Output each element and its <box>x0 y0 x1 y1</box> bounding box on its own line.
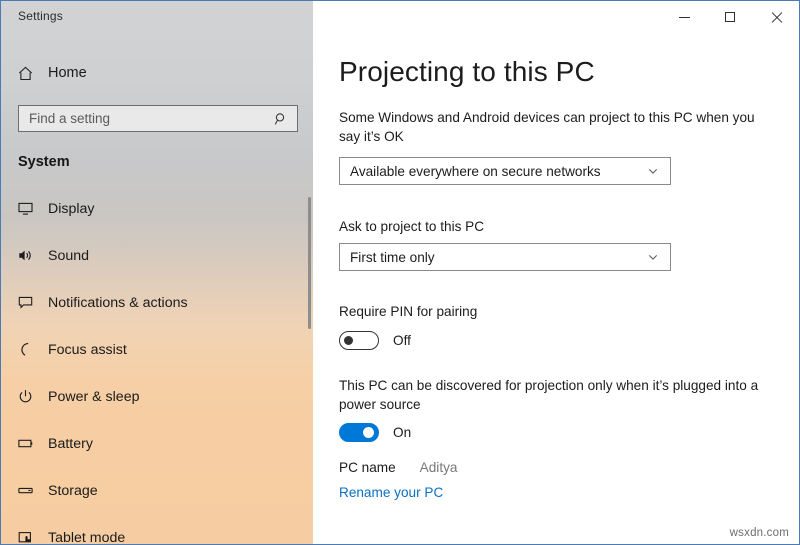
ask-to-project-label: Ask to project to this PC <box>339 219 485 234</box>
rename-pc-link[interactable]: Rename your PC <box>339 485 443 500</box>
sidebar-item-label-storage: Storage <box>48 482 98 499</box>
battery-icon <box>11 435 39 452</box>
window-title: Settings <box>18 9 63 23</box>
minimize-icon <box>678 16 690 18</box>
pc-name-label: PC name <box>339 460 396 475</box>
close-icon <box>771 12 782 23</box>
availability-dropdown[interactable]: Available everywhere on secure networks <box>339 157 671 185</box>
sidebar-item-label-display: Display <box>48 200 95 217</box>
sidebar-item-label-sound: Sound <box>48 247 90 264</box>
storage-icon <box>11 482 39 499</box>
sidebar-item-home[interactable]: Home <box>15 59 285 87</box>
sidebar-item-storage[interactable]: Storage <box>11 474 303 507</box>
availability-dropdown-value: Available everywhere on secure networks <box>350 163 601 179</box>
power-icon <box>11 388 39 405</box>
sidebar-item-notifications[interactable]: Notifications & actions <box>11 286 303 319</box>
sidebar-scrollbar-thumb[interactable] <box>308 197 311 329</box>
monitor-icon <box>11 200 39 217</box>
require-pin-toggle-state: Off <box>393 333 411 348</box>
sidebar-item-battery[interactable]: Battery <box>11 427 303 460</box>
minimize-button[interactable] <box>661 1 707 33</box>
maximize-icon <box>725 12 735 22</box>
ask-to-project-dropdown[interactable]: First time only <box>339 243 671 271</box>
title-bar: Settings <box>1 1 799 35</box>
chevron-down-icon <box>647 251 659 263</box>
require-pin-toggle-row: Off <box>339 331 411 350</box>
require-pin-toggle[interactable] <box>339 331 379 350</box>
require-pin-label: Require PIN for pairing <box>339 304 478 319</box>
sidebar-section-title: System <box>18 154 70 170</box>
sidebar-item-label-power-sleep: Power & sleep <box>48 388 140 405</box>
search-placeholder: Find a setting <box>29 111 111 126</box>
search-input[interactable]: Find a setting <box>18 105 298 132</box>
page-title: Projecting to this PC <box>339 56 595 87</box>
pc-name-row: PC name Aditya <box>339 460 457 475</box>
projection-description: Some Windows and Android devices can pro… <box>339 110 755 144</box>
speaker-icon <box>11 247 39 264</box>
power-source-toggle[interactable] <box>339 423 379 442</box>
chevron-down-icon <box>647 165 659 177</box>
content-bottom-edge <box>313 538 799 544</box>
close-button[interactable] <box>753 1 799 33</box>
maximize-button[interactable] <box>707 1 753 33</box>
sidebar: Home Find a setting System Display Sound… <box>1 1 313 544</box>
search-icon[interactable] <box>274 112 288 126</box>
sidebar-item-label-focus-assist: Focus assist <box>48 341 127 358</box>
watermark: wsxdn.com <box>729 527 789 539</box>
sidebar-item-sound[interactable]: Sound <box>11 239 303 272</box>
moon-icon <box>11 341 39 358</box>
sidebar-item-power-sleep[interactable]: Power & sleep <box>11 380 303 413</box>
power-source-description: This PC can be discovered for projection… <box>339 378 759 412</box>
toggle-knob <box>344 336 353 345</box>
sidebar-item-label-home: Home <box>48 65 87 81</box>
sidebar-item-label-tablet-mode: Tablet mode <box>48 529 126 545</box>
settings-window: Settings Home Find a setting System Disp… <box>0 0 800 545</box>
toggle-knob <box>363 427 374 438</box>
sidebar-item-display[interactable]: Display <box>11 192 303 225</box>
pc-name-value: Aditya <box>419 460 458 475</box>
power-source-toggle-row: On <box>339 423 411 442</box>
sidebar-item-label-notifications: Notifications & actions <box>48 294 188 311</box>
sidebar-item-focus-assist[interactable]: Focus assist <box>11 333 303 366</box>
notification-icon <box>11 294 39 311</box>
ask-to-project-dropdown-value: First time only <box>350 249 435 265</box>
power-source-toggle-state: On <box>393 425 412 440</box>
home-icon <box>15 63 35 83</box>
main-content: Projecting to this PC Some Windows and A… <box>313 35 799 544</box>
sidebar-item-tablet-mode[interactable]: Tablet mode <box>11 521 303 544</box>
tablet-mode-icon <box>11 529 39 544</box>
sidebar-item-label-battery: Battery <box>48 435 93 452</box>
